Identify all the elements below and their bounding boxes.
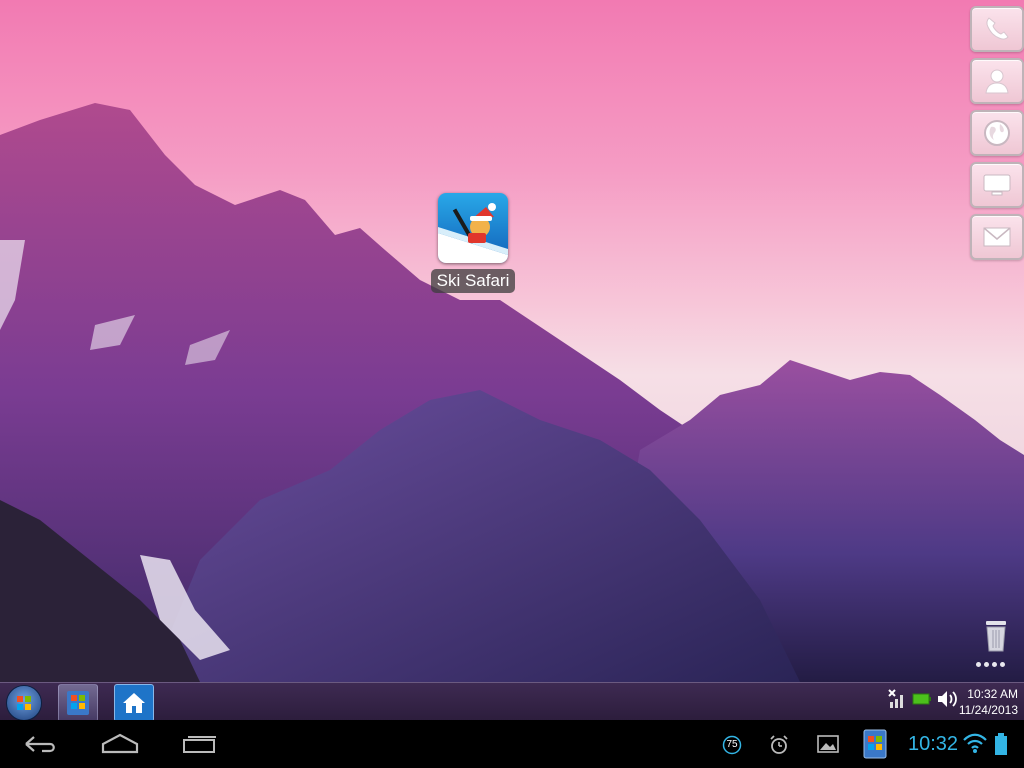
dock-browser-button[interactable]: [970, 110, 1024, 156]
launcher-notification-icon[interactable]: [862, 728, 888, 760]
dock-contacts-button[interactable]: [970, 58, 1024, 104]
status-clock[interactable]: 10:32: [908, 732, 958, 756]
navigation-bar: 75 10:32: [0, 720, 1024, 768]
home-button[interactable]: [100, 732, 140, 754]
phone-icon: [986, 17, 1009, 40]
battery-icon[interactable]: [912, 691, 932, 707]
globe-icon: [984, 120, 1010, 146]
windows-logo-icon: [17, 696, 31, 710]
ski-safari-icon[interactable]: [438, 193, 508, 263]
ski-safari-label[interactable]: Ski Safari: [430, 269, 516, 293]
start-button[interactable]: [6, 685, 42, 721]
status-battery-icon[interactable]: [994, 732, 1008, 756]
more-dots-icon[interactable]: [976, 662, 1010, 672]
trash-icon[interactable]: [983, 620, 1009, 652]
alarm-icon[interactable]: [768, 734, 790, 756]
mail-icon: [983, 227, 1011, 247]
gallery-icon[interactable]: [816, 734, 840, 754]
taskbar-launcher-app[interactable]: [58, 684, 98, 722]
mountain-wallpaper: [0, 103, 1024, 682]
dock-email-button[interactable]: [970, 214, 1024, 260]
clock-time: 10:32 AM: [967, 687, 1018, 701]
taskbar-home-button[interactable]: [114, 684, 154, 722]
taskbar-clock[interactable]: 10:32 AM 11/24/2013: [959, 686, 1018, 718]
badge-count: 75: [726, 739, 738, 750]
desktop-wallpaper: Ski Safari: [0, 0, 1024, 682]
ski-safari-shortcut[interactable]: Ski Safari: [426, 193, 520, 293]
clock-date: 11/24/2013: [958, 703, 1018, 717]
notification-badge[interactable]: 75: [722, 735, 742, 755]
dock-phone-button[interactable]: [970, 6, 1024, 52]
recent-apps-button[interactable]: [182, 734, 218, 754]
volume-icon[interactable]: [936, 689, 958, 709]
contacts-icon: [985, 69, 1009, 94]
wifi-icon[interactable]: [962, 732, 988, 754]
launcher-app-icon: [67, 691, 89, 715]
signal-off-icon[interactable]: [888, 689, 908, 709]
home-icon: [123, 693, 145, 713]
monitor-icon: [983, 174, 1011, 196]
taskbar: 10:32 AM 11/24/2013: [0, 682, 1024, 722]
back-button[interactable]: [22, 734, 58, 754]
right-dock: [970, 6, 1024, 266]
system-tray: [888, 689, 958, 709]
dock-desktop-button[interactable]: [970, 162, 1024, 208]
